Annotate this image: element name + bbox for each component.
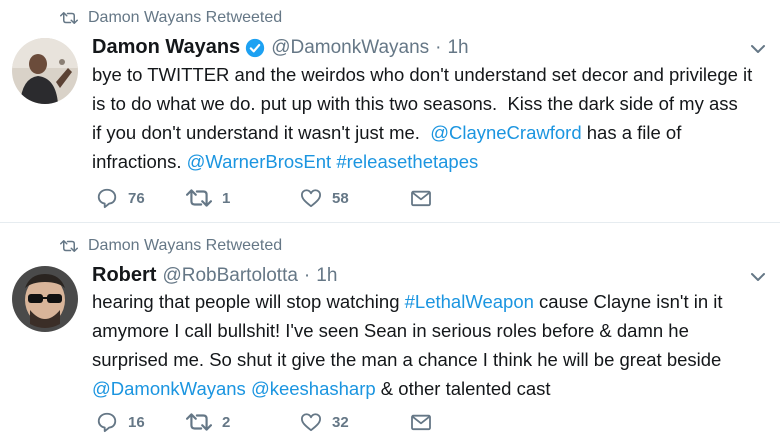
author-name[interactable]: Robert bbox=[92, 264, 156, 287]
tweet-text-line: surprised me. So shut it give the man a … bbox=[92, 345, 723, 374]
mention-link[interactable]: @DamonkWayans bbox=[92, 378, 246, 399]
text-segment: surprised me. So shut it give the man a … bbox=[92, 349, 722, 370]
retweet-icon bbox=[60, 240, 78, 252]
retweet-context-text: Damon Wayans Retweeted bbox=[88, 9, 283, 26]
retweet-icon bbox=[186, 413, 212, 431]
tweet-text-line: is to do what we do. put up with this tw… bbox=[92, 89, 752, 118]
heart-icon bbox=[300, 413, 321, 432]
tweet-actions: 16 2 32 bbox=[96, 411, 442, 433]
like-count: 58 bbox=[332, 189, 349, 207]
separator-dot: · bbox=[303, 264, 311, 286]
retweet-context-text: Damon Wayans Retweeted bbox=[88, 237, 283, 254]
like-count: 32 bbox=[332, 413, 349, 431]
text-segment: has a file of bbox=[581, 122, 682, 143]
chevron-down-icon[interactable] bbox=[750, 43, 766, 55]
hashtag-link[interactable]: #LethalWeapon bbox=[405, 291, 534, 312]
retweet-context: Damon Wayans Retweeted bbox=[60, 237, 282, 255]
retweet-button[interactable]: 2 bbox=[186, 412, 300, 432]
like-button[interactable]: 32 bbox=[300, 412, 410, 432]
avatar-image bbox=[12, 266, 78, 332]
reply-icon bbox=[97, 188, 117, 209]
tweet-text-line: hearing that people will stop watching #… bbox=[92, 287, 723, 316]
envelope-icon bbox=[411, 190, 431, 207]
text-segment: is to do what we do. put up with this tw… bbox=[92, 93, 738, 114]
hashtag-link[interactable]: #releasethetapes bbox=[336, 151, 478, 172]
reply-count: 16 bbox=[128, 413, 145, 431]
mention-link[interactable]: @ClayneCrawford bbox=[430, 122, 581, 143]
avatar-image bbox=[12, 38, 78, 104]
retweet-count: 2 bbox=[222, 413, 231, 431]
timestamp[interactable]: 1h bbox=[316, 265, 337, 287]
reply-count: 76 bbox=[128, 189, 145, 207]
text-segment: if you don't understand it wasn't just m… bbox=[92, 122, 431, 143]
author-handle[interactable]: @RobBartolotta bbox=[162, 265, 297, 287]
retweet-count: 1 bbox=[222, 189, 231, 207]
verified-badge-icon bbox=[246, 38, 265, 57]
author-handle[interactable]: @DamonkWayans bbox=[271, 37, 429, 59]
tweet-1[interactable]: Damon Wayans Retweeted Damon Wayans @Dam… bbox=[0, 0, 780, 223]
text-segment: & other talented cast bbox=[375, 378, 551, 399]
reply-button[interactable]: 76 bbox=[96, 187, 186, 209]
tweet-text: bye to TWITTER and the weirdos who don't… bbox=[92, 60, 752, 176]
retweet-icon bbox=[60, 12, 78, 24]
text-segment: bye to TWITTER and the weirdos who don't… bbox=[92, 64, 753, 85]
reply-icon bbox=[97, 412, 117, 433]
tweet-text-line: infractions. @WarnerBrosEnt #releasethet… bbox=[92, 147, 752, 176]
separator-dot: · bbox=[435, 36, 442, 58]
text-segment: cause Clayne isn't in it bbox=[533, 291, 723, 312]
text-segment: amymore I call bullshit! I've seen Sean … bbox=[92, 320, 689, 341]
tweet-text-line: if you don't understand it wasn't just m… bbox=[92, 118, 752, 147]
like-button[interactable]: 58 bbox=[300, 188, 410, 208]
tweet-text-line: amymore I call bullshit! I've seen Sean … bbox=[92, 316, 723, 345]
text-segment: hearing that people will stop watching bbox=[92, 291, 405, 312]
direct-message-button[interactable] bbox=[410, 189, 442, 207]
reply-button[interactable]: 16 bbox=[96, 411, 186, 433]
mention-link[interactable]: @WarnerBrosEnt bbox=[187, 151, 332, 172]
retweet-button[interactable]: 1 bbox=[186, 188, 300, 208]
avatar[interactable] bbox=[12, 266, 78, 332]
direct-message-button[interactable] bbox=[410, 413, 442, 431]
avatar[interactable] bbox=[12, 38, 78, 104]
tweet-text-line: @DamonkWayans @keeshasharp & other talen… bbox=[92, 374, 723, 403]
tweet-2[interactable]: Damon Wayans Retweeted Robert @RobBartol… bbox=[0, 223, 780, 439]
tweet-header: Robert @RobBartolotta · 1h bbox=[92, 264, 337, 287]
timestamp[interactable]: 1h bbox=[447, 37, 468, 59]
author-name[interactable]: Damon Wayans bbox=[92, 36, 240, 59]
heart-icon bbox=[300, 189, 321, 208]
mention-link[interactable]: @keeshasharp bbox=[251, 378, 376, 399]
retweet-context: Damon Wayans Retweeted bbox=[60, 9, 282, 27]
tweet-header: Damon Wayans @DamonkWayans · 1h bbox=[92, 36, 469, 59]
tweet-actions: 76 1 58 bbox=[96, 187, 442, 209]
tweet-text-line: bye to TWITTER and the weirdos who don't… bbox=[92, 60, 752, 89]
text-segment: infractions. bbox=[92, 151, 187, 172]
retweet-icon bbox=[186, 189, 212, 207]
tweet-text: hearing that people will stop watching #… bbox=[92, 287, 723, 403]
chevron-down-icon[interactable] bbox=[750, 271, 766, 283]
envelope-icon bbox=[411, 414, 431, 431]
